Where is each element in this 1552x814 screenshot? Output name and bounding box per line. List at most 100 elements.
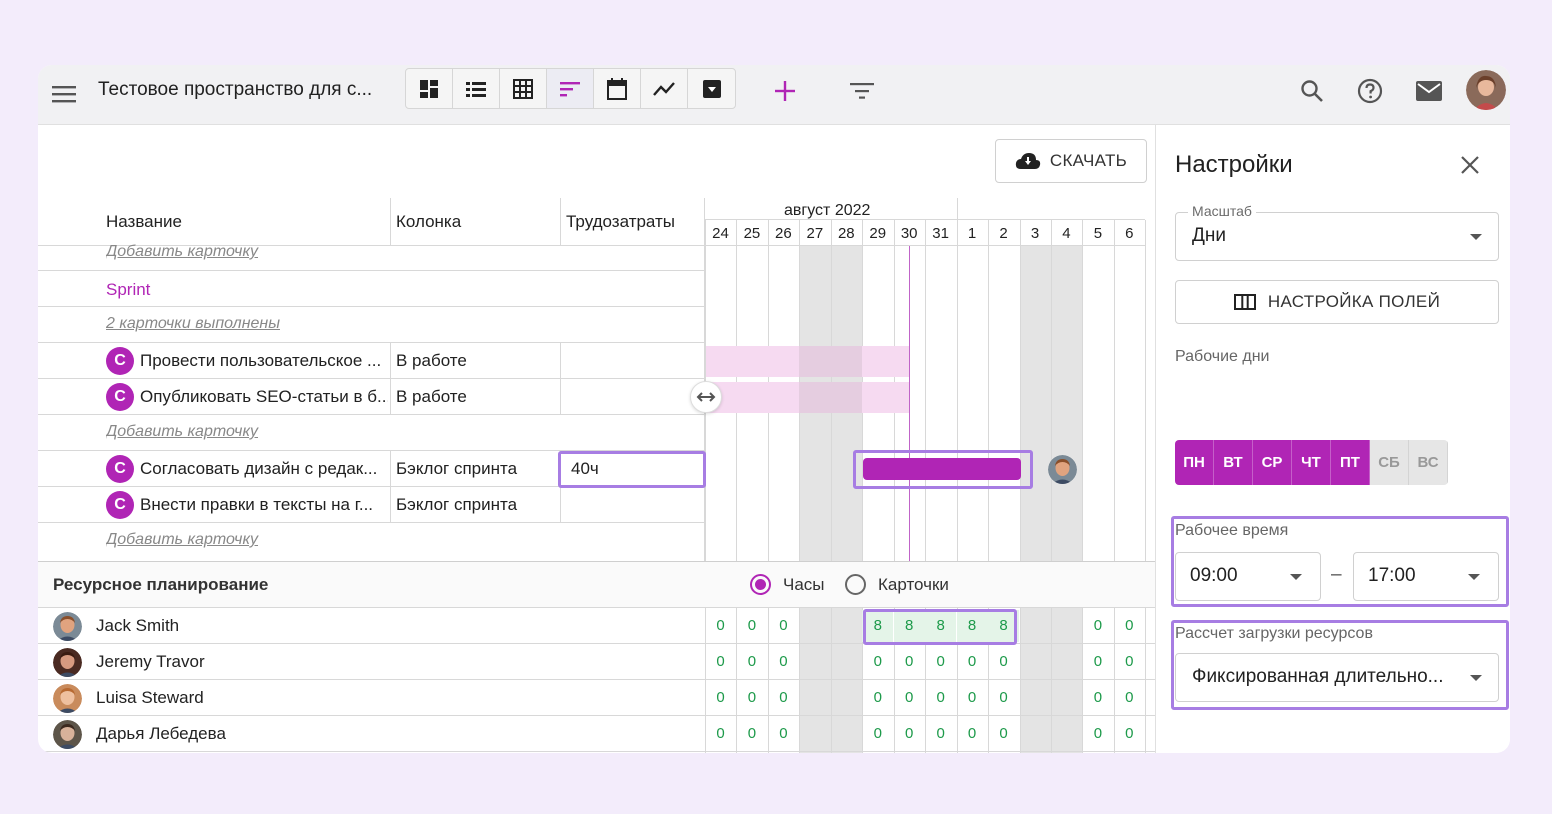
search-icon bbox=[1301, 80, 1323, 102]
task-title[interactable]: Провести пользовательское ... bbox=[140, 351, 388, 371]
workday-2[interactable]: СР bbox=[1253, 440, 1292, 485]
menu-icon[interactable] bbox=[50, 80, 78, 108]
gantt-view-button[interactable] bbox=[547, 69, 594, 108]
sprint-title[interactable]: Sprint bbox=[106, 280, 406, 300]
load-value: 0 bbox=[936, 653, 945, 670]
header-effort[interactable]: Трудозатраты bbox=[566, 212, 675, 232]
load-value: 0 bbox=[1093, 689, 1103, 706]
workday-4[interactable]: ПТ bbox=[1331, 440, 1370, 485]
done-cards-link[interactable]: 2 карточки выполнены bbox=[106, 315, 406, 333]
day-label: 28 bbox=[837, 225, 855, 242]
workspace-title[interactable]: Тестовое пространство для с... bbox=[98, 79, 372, 101]
today-line bbox=[909, 246, 910, 561]
settings-title: Настройки bbox=[1175, 151, 1293, 178]
plus-icon bbox=[775, 81, 795, 101]
load-value: 0 bbox=[779, 653, 788, 670]
load-value: 0 bbox=[779, 689, 788, 706]
load-value: 0 bbox=[747, 617, 757, 634]
task-column: Бэклог спринта bbox=[396, 495, 518, 514]
calendar-view-button[interactable] bbox=[594, 69, 641, 108]
task-title[interactable]: Внести правки в тексты на г... bbox=[140, 495, 388, 515]
avatar bbox=[53, 684, 82, 713]
close-icon bbox=[1461, 156, 1479, 174]
dashboard-view-button[interactable] bbox=[406, 69, 453, 108]
mail-button[interactable] bbox=[1414, 77, 1444, 105]
radio-hours-label[interactable]: Часы bbox=[783, 575, 825, 595]
day-label: 24 bbox=[712, 225, 729, 242]
user-avatar[interactable] bbox=[1466, 70, 1506, 110]
worktime-label: Рабочее время bbox=[1175, 522, 1289, 539]
filter-button[interactable] bbox=[849, 78, 875, 104]
radio-cards[interactable] bbox=[845, 574, 866, 595]
table-view-button[interactable] bbox=[500, 69, 547, 108]
load-value: 0 bbox=[716, 725, 725, 742]
assignee-avatar[interactable] bbox=[1048, 455, 1077, 484]
table-row[interactable]: C Провести пользовательское ... В работе bbox=[38, 343, 705, 379]
time-from-select[interactable]: 09:00 bbox=[1175, 552, 1321, 601]
workdays-label: Рабочие дни bbox=[1175, 348, 1270, 365]
header-name[interactable]: Название bbox=[106, 212, 182, 232]
load-value: 0 bbox=[1093, 617, 1103, 634]
load-value: 0 bbox=[716, 653, 725, 670]
card-type-badge: C bbox=[106, 491, 134, 519]
search-button[interactable] bbox=[1298, 77, 1326, 105]
highlight-effort bbox=[558, 451, 706, 488]
day-label: 29 bbox=[869, 225, 887, 242]
resource-row[interactable]: Дарья Лебедева 0 0 0 0 0 0 0 0 0 0 bbox=[38, 716, 1155, 752]
table-icon bbox=[513, 78, 533, 99]
card-type-badge: C bbox=[106, 347, 134, 375]
chart-view-button[interactable] bbox=[641, 69, 688, 108]
load-value: 0 bbox=[747, 689, 757, 706]
done-cards-row[interactable]: 2 карточки выполнены bbox=[38, 307, 705, 343]
list-view-button[interactable] bbox=[453, 69, 500, 108]
help-button[interactable] bbox=[1356, 77, 1384, 105]
time-to-select[interactable]: 17:00 bbox=[1353, 552, 1499, 601]
resize-handle[interactable] bbox=[690, 381, 722, 413]
table-row[interactable]: C Внести правки в тексты на г... Бэклог сп… bbox=[38, 487, 705, 523]
time-from-value: 09:00 bbox=[1190, 565, 1238, 586]
arrows-horizontal-icon bbox=[696, 392, 716, 402]
load-value: 0 bbox=[967, 653, 977, 670]
add-button[interactable] bbox=[772, 78, 798, 104]
load-value: 0 bbox=[999, 689, 1008, 706]
sprint-row[interactable]: Sprint bbox=[38, 271, 705, 307]
archive-view-button[interactable] bbox=[688, 69, 735, 108]
task-bar-main[interactable] bbox=[863, 458, 1021, 480]
resource-title: Ресурсное планирование bbox=[53, 575, 269, 594]
card-type-badge: C bbox=[106, 455, 134, 483]
add-card-link[interactable]: Добавить карточку bbox=[106, 423, 406, 441]
help-icon bbox=[1357, 78, 1383, 104]
fields-settings-button[interactable]: НАСТРОЙКА ПОЛЕЙ bbox=[1175, 280, 1499, 324]
chevron-down-icon bbox=[1470, 675, 1482, 681]
radio-hours[interactable] bbox=[750, 574, 771, 595]
task-title[interactable]: Опубликовать SEO-статьи в б... bbox=[140, 387, 388, 407]
workday-6[interactable]: ВС bbox=[1409, 440, 1448, 485]
close-button[interactable] bbox=[1456, 151, 1484, 179]
workday-0[interactable]: ПН bbox=[1175, 440, 1214, 485]
app-window: Тестовое пространство для с... СКАЧАТЬ Н… bbox=[38, 65, 1510, 753]
load-value: 0 bbox=[873, 725, 882, 742]
header-column[interactable]: Колонка bbox=[396, 212, 461, 232]
scale-select[interactable]: Масштаб Дни bbox=[1175, 203, 1499, 261]
resource-row[interactable]: Jeremy Travor 0 0 0 0 0 0 0 0 0 0 bbox=[38, 644, 1155, 680]
download-button[interactable]: СКАЧАТЬ bbox=[995, 139, 1147, 183]
archive-icon bbox=[702, 79, 721, 98]
table-row[interactable]: C Опубликовать SEO-статьи в б... В работе bbox=[38, 379, 705, 415]
columns-icon bbox=[1233, 294, 1256, 310]
radio-cards-label[interactable]: Карточки bbox=[878, 575, 949, 595]
add-card-link[interactable]: Добавить карточку bbox=[106, 243, 406, 261]
workday-1[interactable]: ВТ bbox=[1214, 440, 1253, 485]
load-value: 0 bbox=[967, 689, 977, 706]
load-value: 0 bbox=[779, 617, 788, 634]
calc-select[interactable]: Фиксированная длительно... bbox=[1175, 653, 1499, 702]
add-card-row[interactable]: Добавить карточку bbox=[38, 235, 705, 271]
resource-row[interactable]: Luisa Steward 0 0 0 0 0 0 0 0 0 0 bbox=[38, 680, 1155, 716]
add-card-row[interactable]: Добавить карточку bbox=[38, 523, 705, 559]
calc-label: Рассчет загрузки ресурсов bbox=[1175, 625, 1373, 642]
workday-5[interactable]: СБ bbox=[1370, 440, 1409, 485]
task-title[interactable]: Согласовать дизайн с редак... bbox=[140, 459, 388, 479]
add-card-link[interactable]: Добавить карточку bbox=[106, 531, 406, 549]
workday-3[interactable]: ЧТ bbox=[1292, 440, 1331, 485]
add-card-row[interactable]: Добавить карточку bbox=[38, 415, 705, 451]
load-value: 0 bbox=[873, 653, 882, 670]
